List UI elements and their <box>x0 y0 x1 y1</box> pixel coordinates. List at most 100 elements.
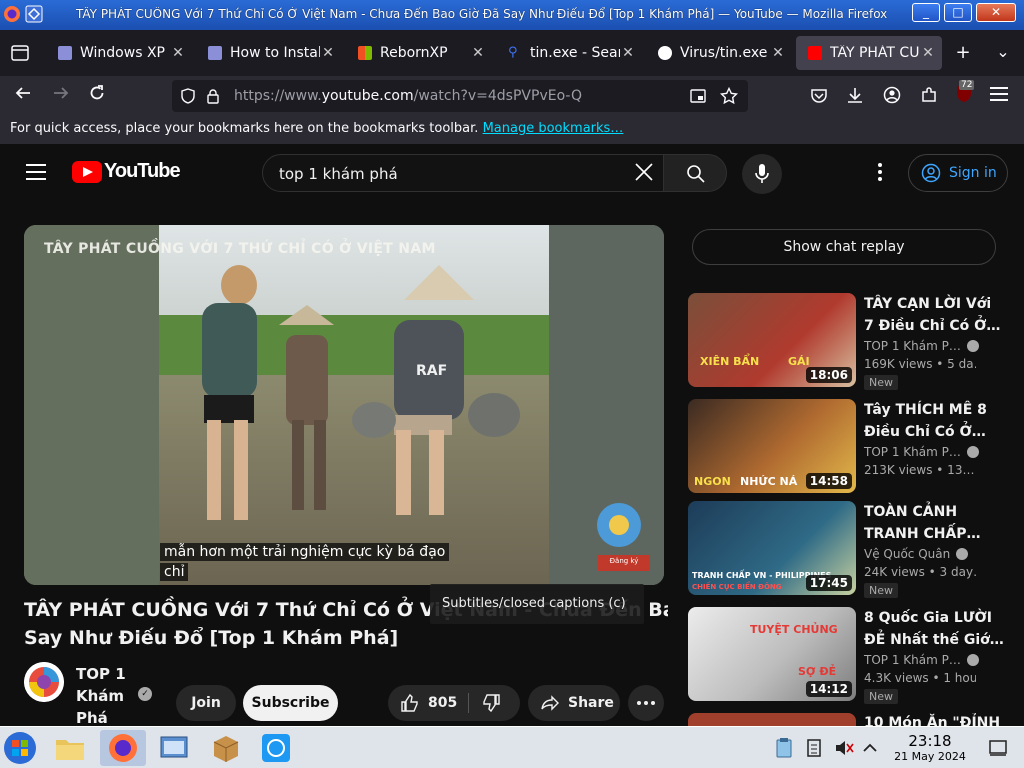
tab-favicon <box>58 46 72 60</box>
youtube-logo-text[interactable]: YouTube <box>104 160 181 183</box>
caption-line-1: mẫn hơn một trải nghiệm cực kỳ bá đạo <box>160 543 450 561</box>
file-explorer-taskbar-button[interactable] <box>52 730 88 766</box>
shield-icon[interactable] <box>180 88 196 104</box>
window-menu-icon[interactable] <box>24 4 44 24</box>
tab-windows-xp[interactable]: Windows XP S ✕ <box>46 36 192 70</box>
recommended-video[interactable]: NGON NHỨC NÁ 14:58 Tây THÍCH MÊ 8 Điều C… <box>688 399 1018 495</box>
like-count: 805 <box>428 695 458 711</box>
firefox-taskbar-button[interactable] <box>100 730 146 766</box>
recommended-channel[interactable]: TOP 1 Khám P… <box>864 653 979 667</box>
tab-how-to-install[interactable]: How to Install ✕ <box>196 36 342 70</box>
forward-button[interactable] <box>48 84 74 108</box>
tab-close-icon[interactable]: ✕ <box>170 45 186 61</box>
tab-tin-exe-search[interactable]: ⚲ tin.exe - Sear ✕ <box>496 36 642 70</box>
youtube-logo-icon[interactable] <box>72 161 102 183</box>
extensions-icon[interactable] <box>920 86 938 104</box>
app-menu-button[interactable] <box>990 87 1008 101</box>
pocket-icon[interactable] <box>810 88 828 104</box>
kde-taskbar-button[interactable] <box>258 730 294 766</box>
voice-search-button[interactable] <box>742 154 782 194</box>
recommended-title[interactable]: 8 Quốc Gia LƯỜI ĐẺ Nhất thế Giớ… <box>864 607 1014 651</box>
folder-icon <box>56 740 84 760</box>
system-clock[interactable]: 23:18 21 May 2024 <box>888 732 972 763</box>
chevron-up-icon[interactable] <box>862 740 878 754</box>
tab-close-icon[interactable]: ✕ <box>920 45 936 61</box>
recommended-title[interactable]: TOÀN CẢNH TRANH CHẤP… <box>864 501 1014 545</box>
recommended-video[interactable]: XIÊN BẨN GÁI 18:06 TÂY CẠN LỜI Với 7 Điề… <box>688 293 1018 390</box>
recommended-title[interactable]: TÂY CẠN LỜI Với 7 Điều Chỉ Có Ở… <box>864 293 1014 337</box>
recommended-channel[interactable]: TOP 1 Khám P… <box>864 445 979 459</box>
search-button[interactable] <box>663 154 727 192</box>
sign-in-button[interactable]: Sign in <box>908 154 1008 192</box>
like-button[interactable]: 805 <box>388 685 466 721</box>
channel-avatar[interactable] <box>24 662 64 702</box>
tab-close-icon[interactable]: ✕ <box>770 45 786 61</box>
url-domain: youtube.com <box>321 88 414 104</box>
search-input[interactable]: top 1 khám phá <box>262 154 664 192</box>
account-icon[interactable] <box>883 86 901 104</box>
video-thumbnail[interactable]: NGON NHỨC NÁ 14:58 <box>688 399 856 493</box>
video-thumbnail[interactable]: TRANH CHẤP VN - PHILIPPINES CHIẾN CỤC BI… <box>688 501 856 595</box>
window-title: TÂY PHÁT CUỒNG Với 7 Thứ Chỉ Có Ở Việt N… <box>76 7 888 21</box>
tab-youtube-active[interactable]: TÂY PHÁT CUỒ ✕ <box>796 36 942 70</box>
subscribe-button[interactable]: Subscribe <box>243 685 338 721</box>
tab-close-icon[interactable]: ✕ <box>320 45 336 61</box>
settings-menu-button[interactable] <box>872 162 888 182</box>
video-title-line-2: Say Như Điếu Đổ [Top 1 Khám Phá] <box>24 627 399 649</box>
dislike-button[interactable] <box>469 685 520 721</box>
tab-close-icon[interactable]: ✕ <box>470 45 486 61</box>
thumbnail-text: SỢ ĐẺ <box>798 665 837 678</box>
thumbs-up-icon <box>401 693 418 712</box>
tab-bar: Windows XP S ✕ How to Install ✕ RebornXP… <box>0 30 1024 76</box>
channel-name[interactable]: TOP 1 Khám Phá <box>76 663 126 729</box>
tab-close-icon[interactable]: ✕ <box>620 45 636 61</box>
horizontal-dots-icon <box>637 701 655 705</box>
recommended-channel[interactable]: Vệ Quốc Quân <box>864 547 969 561</box>
tab-virus-tin-exe[interactable]: Virus/tin.exe ✕ <box>646 36 792 70</box>
control-panel-taskbar-button[interactable] <box>156 730 192 766</box>
forward-arrow-icon <box>54 87 69 99</box>
picture-in-picture-icon[interactable] <box>690 88 706 104</box>
manage-bookmarks-link[interactable]: Manage bookmarks… <box>483 121 624 136</box>
like-dislike-segment: 805 <box>388 685 520 721</box>
partial-recommended-title[interactable]: 10 Món Ăn "ĐỈNH <box>864 713 1000 726</box>
clipboard-tray-icon[interactable] <box>774 737 794 759</box>
partial-thumbnail[interactable] <box>688 713 856 726</box>
start-button[interactable] <box>2 730 38 766</box>
minimize-button[interactable]: _ <box>912 3 940 22</box>
firefox-view-icon[interactable] <box>10 43 30 63</box>
more-actions-button[interactable] <box>628 685 664 721</box>
recommended-video[interactable]: TUYỆT CHỦNG SỢ ĐẺ 14:12 8 Quốc Gia LƯỜI … <box>688 607 1018 704</box>
menu-bar-3 <box>990 99 1008 101</box>
url-bar[interactable]: https://www.youtube.com/watch?v=4dsPVPvE… <box>172 80 748 112</box>
show-desktop-icon[interactable] <box>988 739 1008 757</box>
close-button[interactable]: ✕ <box>976 3 1016 22</box>
recommended-title[interactable]: Tây THÍCH MÊ 8 Điều Chỉ Có Ở… <box>864 399 1014 443</box>
recommended-channel[interactable]: TOP 1 Khám P… <box>864 339 979 353</box>
video-thumbnail[interactable]: XIÊN BẨN GÁI 18:06 <box>688 293 856 387</box>
video-player[interactable]: RAF TÂY PHÁT CUỒNG VỚI 7 THỨ CHỈ CÓ Ở VI… <box>24 225 664 585</box>
bookmark-star-icon[interactable] <box>720 87 738 105</box>
new-tab-button[interactable]: + <box>952 42 974 63</box>
tab-rebornxp[interactable]: RebornXP ✕ <box>346 36 492 70</box>
maximize-button[interactable]: □ <box>944 3 972 22</box>
ublock-extension-button[interactable]: 72 <box>954 80 976 108</box>
clear-search-icon[interactable] <box>633 161 655 183</box>
notes-tray-icon[interactable] <box>806 738 822 758</box>
join-button[interactable]: Join <box>176 685 236 721</box>
share-button[interactable]: Share <box>528 685 620 721</box>
video-thumbnail[interactable]: TUYỆT CHỦNG SỢ ĐẺ 14:12 <box>688 607 856 701</box>
title-line: Tây THÍCH MÊ 8 <box>864 402 987 418</box>
lock-icon[interactable] <box>206 88 220 104</box>
url-text[interactable]: https://www.youtube.com/watch?v=4dsPVPvE… <box>234 88 582 104</box>
guide-menu-button[interactable] <box>26 164 46 180</box>
list-all-tabs-button[interactable]: ⌄ <box>992 42 1014 61</box>
recommended-video[interactable]: TRANH CHẤP VN - PHILIPPINES CHIẾN CỤC BI… <box>688 501 1018 598</box>
back-button[interactable] <box>10 84 36 108</box>
downloads-icon[interactable] <box>846 86 864 104</box>
volume-muted-icon[interactable] <box>834 738 854 758</box>
tab-label: tin.exe - Sear <box>530 45 620 61</box>
package-manager-taskbar-button[interactable] <box>208 730 244 766</box>
reload-button[interactable] <box>84 84 110 108</box>
show-chat-replay-button[interactable]: Show chat replay <box>692 229 996 265</box>
